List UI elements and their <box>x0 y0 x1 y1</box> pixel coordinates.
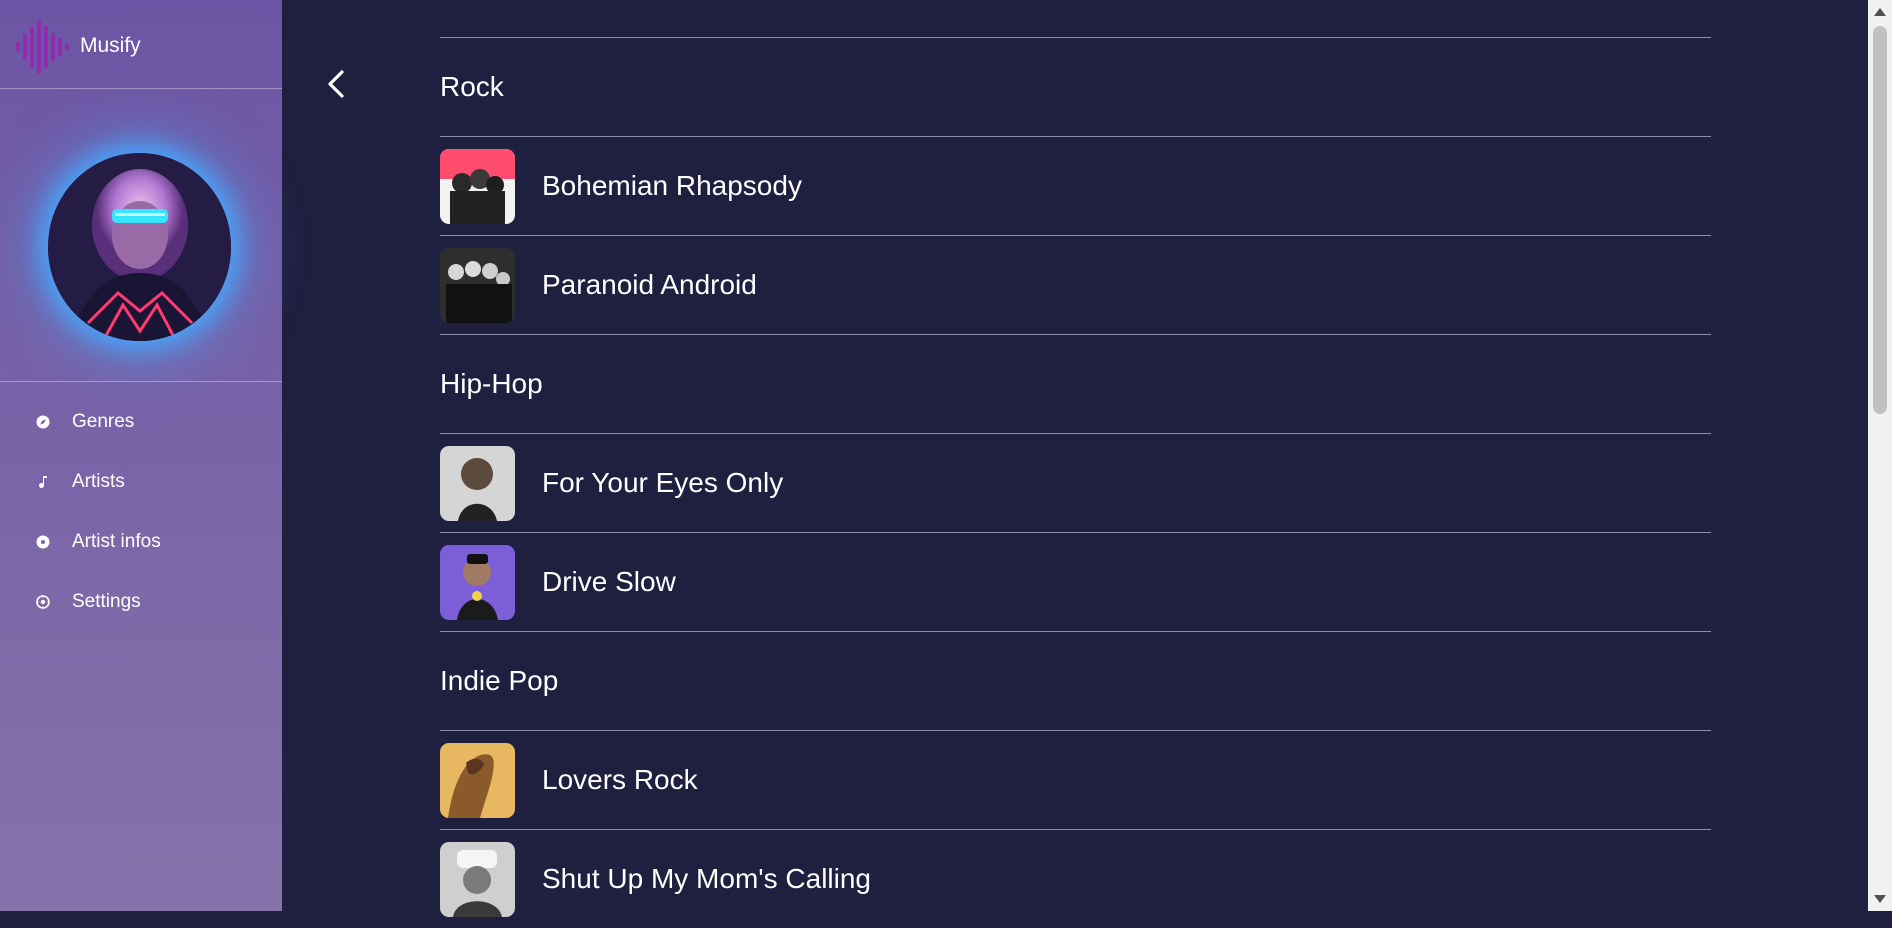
app-name: Musify <box>80 34 141 57</box>
song-row[interactable]: Shut Up My Mom's Calling <box>440 829 1711 928</box>
sidebar-divider <box>0 381 282 382</box>
song-thumbnail <box>440 544 515 620</box>
music-note-icon <box>35 474 51 490</box>
song-thumbnail <box>440 247 515 323</box>
song-thumbnail <box>440 148 515 224</box>
main-content: Rock Bohemian Rhapsody Paranoid Android … <box>282 0 1868 917</box>
song-row[interactable]: Paranoid Android <box>440 235 1711 334</box>
genre-header: Rock <box>440 37 1711 136</box>
back-button[interactable] <box>322 64 352 104</box>
sidebar-item-label: Artists <box>72 471 125 492</box>
sidebar: Musify Genres Artists Artist infos Setti… <box>0 0 282 911</box>
song-thumbnail <box>440 445 515 521</box>
sidebar-item-settings[interactable]: Settings <box>0 572 282 632</box>
gear-icon <box>35 594 51 610</box>
song-title: Lovers Rock <box>542 764 698 795</box>
sidebar-item-genres[interactable]: Genres <box>0 392 282 452</box>
sidebar-item-label: Artist infos <box>72 531 161 552</box>
song-title: For Your Eyes Only <box>542 467 784 498</box>
song-row[interactable]: Bohemian Rhapsody <box>440 136 1711 235</box>
compass-icon <box>35 414 51 430</box>
sidebar-item-artists[interactable]: Artists <box>0 452 282 512</box>
chevron-left-icon <box>328 70 344 98</box>
sidebar-item-artist-infos[interactable]: Artist infos <box>0 512 282 572</box>
genre-title: Indie Pop <box>440 665 559 696</box>
song-title: Bohemian Rhapsody <box>542 170 802 201</box>
song-thumbnail <box>440 841 515 917</box>
song-title: Drive Slow <box>542 566 676 597</box>
scroll-thumb[interactable] <box>1873 26 1887 414</box>
sidebar-item-label: Settings <box>72 591 141 612</box>
song-title: Paranoid Android <box>542 269 757 300</box>
scroll-up-arrow-icon[interactable] <box>1874 8 1886 16</box>
song-row[interactable]: Drive Slow <box>440 532 1711 631</box>
scroll-down-arrow-icon[interactable] <box>1874 895 1886 903</box>
disc-icon <box>35 534 51 550</box>
song-row[interactable]: Lovers Rock <box>440 730 1711 829</box>
song-thumbnail <box>440 742 515 818</box>
genre-title: Rock <box>440 71 504 102</box>
song-title: Shut Up My Mom's Calling <box>542 863 871 894</box>
sidebar-item-label: Genres <box>72 411 135 432</box>
genre-song-list: Rock Bohemian Rhapsody Paranoid Android … <box>440 37 1711 928</box>
genre-header: Indie Pop <box>440 631 1711 730</box>
genre-title: Hip-Hop <box>440 368 543 399</box>
user-avatar[interactable] <box>48 153 231 341</box>
scrollbar[interactable] <box>1868 0 1892 911</box>
musify-logo-icon[interactable] <box>16 20 72 74</box>
sidebar-nav: Genres Artists Artist infos Settings <box>0 392 282 632</box>
brand-header: Musify <box>0 0 282 89</box>
song-row[interactable]: For Your Eyes Only <box>440 433 1711 532</box>
genre-header: Hip-Hop <box>440 334 1711 433</box>
